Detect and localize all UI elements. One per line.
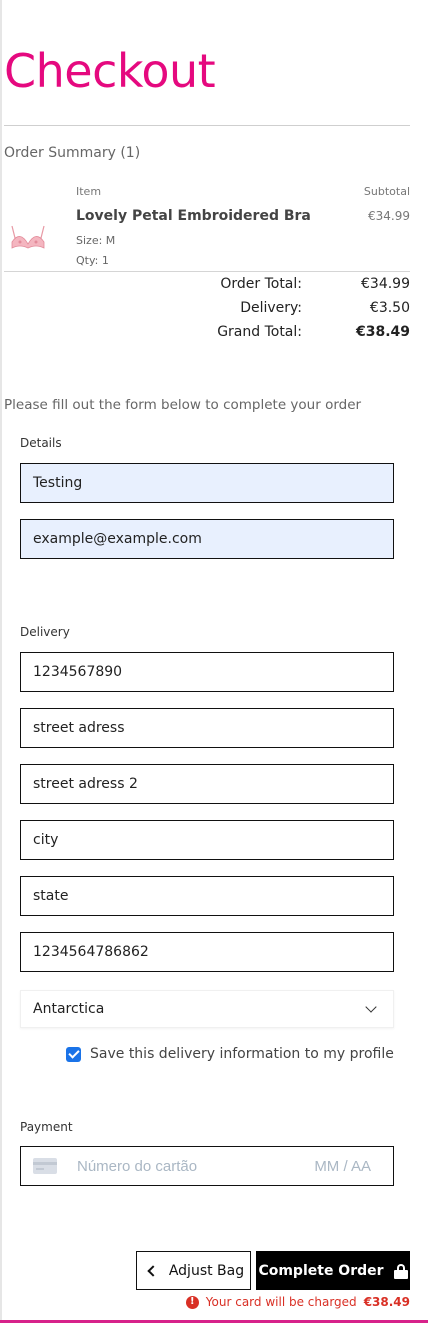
complete-order-button[interactable]: Complete Order <box>256 1251 410 1290</box>
chevron-left-icon <box>147 1264 159 1277</box>
page-left-border <box>0 0 2 1323</box>
payment-section-label: Payment <box>20 1120 73 1134</box>
product-size: Size: M <box>76 234 116 247</box>
product-subtotal: €34.99 <box>368 209 410 223</box>
form-intro-text: Please fill out the form below to comple… <box>4 397 362 413</box>
street-address-input[interactable]: street adress <box>20 708 394 748</box>
order-total-label: Order Total: <box>220 276 302 292</box>
adjust-bag-button[interactable]: Adjust Bag <box>136 1251 251 1290</box>
details-section-label: Details <box>20 436 62 450</box>
delivery-section-label: Delivery <box>20 625 70 639</box>
product-name: Lovely Petal Embroidered Bra <box>76 208 311 224</box>
save-delivery-info-label: Save this delivery information to my pro… <box>90 1046 394 1062</box>
email-input[interactable]: example@example.com <box>20 519 394 559</box>
charge-notice-text: Your card will be charged <box>205 1295 357 1309</box>
phone-input[interactable]: 1234567890 <box>20 652 394 692</box>
summary-divider <box>4 271 410 272</box>
column-header-subtotal: Subtotal <box>363 185 410 198</box>
title-divider <box>4 125 410 126</box>
charge-notice: ! Your card will be charged €38.49 <box>185 1295 410 1309</box>
save-delivery-info-checkbox[interactable] <box>66 1046 81 1062</box>
street-address-2-input[interactable]: street adress 2 <box>20 764 394 804</box>
country-select-value: Antarctica <box>33 1001 105 1017</box>
postcode-input[interactable]: 1234564786862 <box>20 932 394 972</box>
adjust-bag-label: Adjust Bag <box>168 1262 245 1279</box>
city-input[interactable]: city <box>20 820 394 860</box>
error-icon: ! <box>185 1295 199 1309</box>
card-expiry-placeholder: MM / AA <box>314 1157 371 1175</box>
chevron-down-icon <box>365 1001 377 1013</box>
delivery-cost-label: Delivery: <box>240 300 302 316</box>
charge-amount: €38.49 <box>363 1295 410 1309</box>
state-input[interactable]: state <box>20 876 394 916</box>
order-summary-heading: Order Summary (1) <box>4 145 141 161</box>
credit-card-icon <box>33 1158 57 1174</box>
product-quantity: Qty: 1 <box>76 254 109 267</box>
bra-product-thumbnail <box>11 225 45 249</box>
grand-total-label: Grand Total: <box>217 324 302 340</box>
page-title: Checkout <box>4 44 216 98</box>
country-select[interactable]: Antarctica <box>20 990 394 1028</box>
grand-total-value: €38.49 <box>355 324 410 340</box>
column-header-item: Item <box>76 185 102 198</box>
lock-icon <box>393 1263 408 1279</box>
delivery-cost-value: €3.50 <box>369 300 410 316</box>
complete-order-label: Complete Order <box>258 1262 384 1279</box>
save-delivery-info-row[interactable]: Save this delivery information to my pro… <box>66 1046 394 1062</box>
name-input[interactable]: Testing <box>20 463 394 503</box>
card-number-placeholder: Número do cartão <box>77 1157 198 1175</box>
order-total-value: €34.99 <box>361 276 410 292</box>
card-input[interactable]: Número do cartão MM / AA <box>20 1146 394 1186</box>
